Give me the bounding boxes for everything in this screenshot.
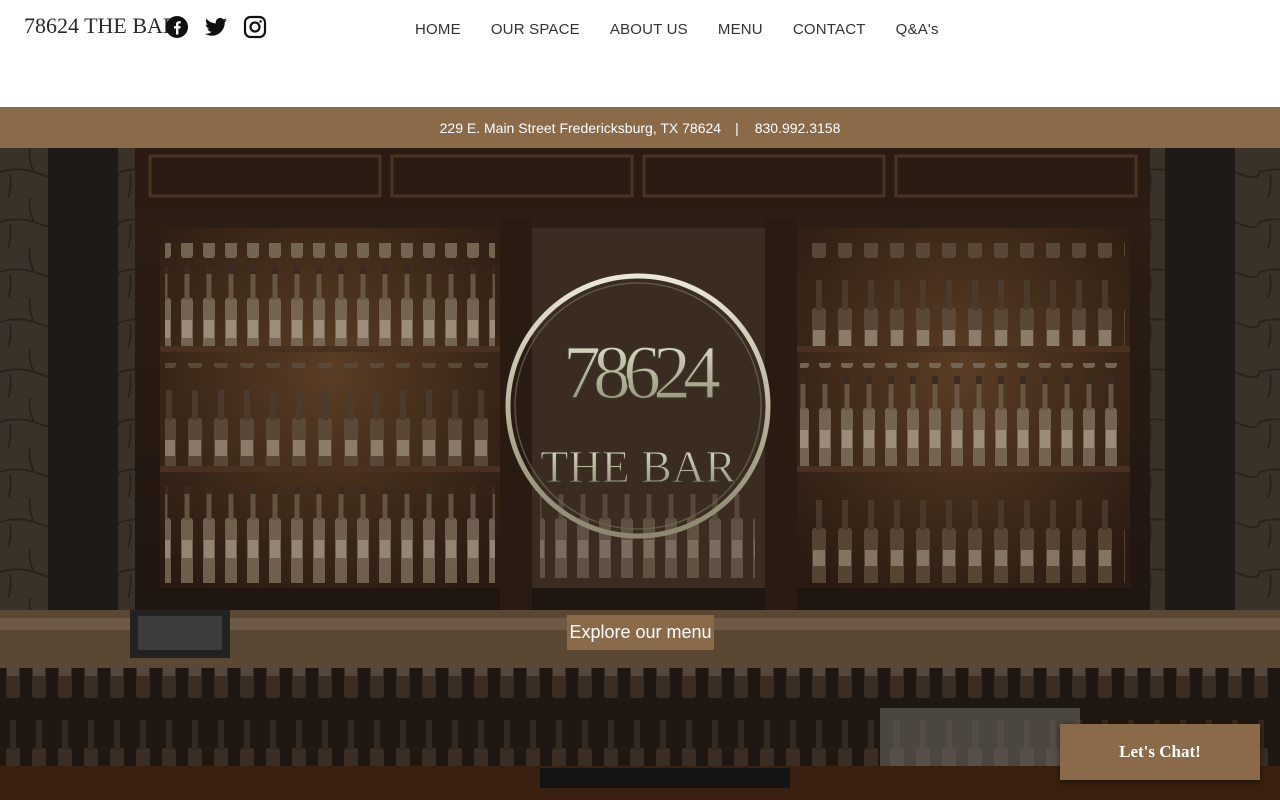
lets-chat-button[interactable]: Let's Chat! — [1060, 724, 1260, 780]
facebook-icon[interactable] — [165, 15, 189, 39]
bar-logo-emblem: 78624 THE BAR — [505, 273, 771, 539]
svg-text:THE BAR: THE BAR — [540, 441, 736, 492]
main-nav: HOME OUR SPACE ABOUT US MENU CONTACT Q&A… — [400, 21, 954, 39]
nav-our-space[interactable]: OUR SPACE — [476, 21, 595, 39]
explore-menu-button[interactable]: Explore our menu — [567, 615, 714, 650]
twitter-icon[interactable] — [204, 15, 228, 39]
nav-qa[interactable]: Q&A's — [881, 21, 954, 39]
address-text: 229 E. Main Street Fredericksburg, TX 78… — [439, 119, 722, 136]
instagram-icon[interactable] — [243, 15, 267, 39]
social-links — [165, 15, 267, 39]
nav-contact[interactable]: CONTACT — [778, 21, 881, 39]
site-title[interactable]: 78624 THE BAR — [24, 13, 178, 39]
phone-link[interactable]: 830.992.3158 — [755, 120, 841, 136]
hero-section: 78624 THE BAR Explore our menu — [0, 148, 1280, 800]
nav-about-us[interactable]: ABOUT US — [595, 21, 703, 39]
svg-text:78624: 78624 — [563, 331, 720, 415]
nav-menu[interactable]: MENU — [703, 21, 778, 39]
info-separator: | — [735, 119, 739, 136]
site-header: 78624 THE BAR HOME OUR SPACE ABOUT US ME… — [0, 0, 1280, 107]
nav-home[interactable]: HOME — [400, 21, 476, 39]
info-bar: 229 E. Main Street Fredericksburg, TX 78… — [0, 107, 1280, 148]
